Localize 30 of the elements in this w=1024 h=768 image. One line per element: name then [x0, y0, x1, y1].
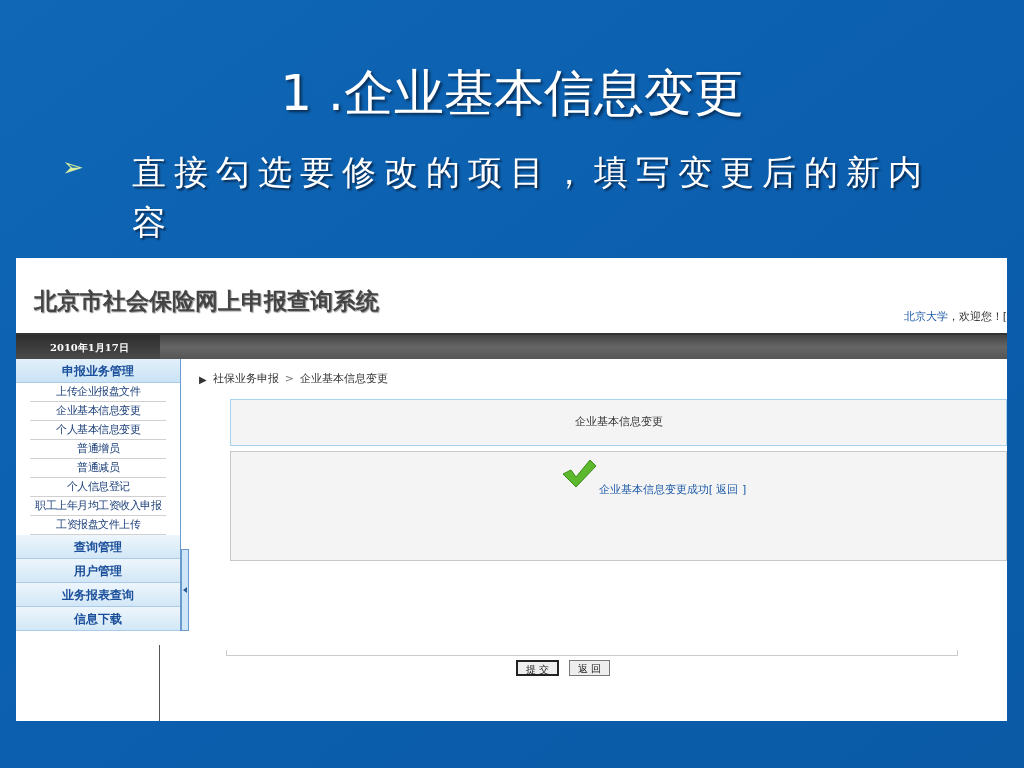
menu-item[interactable]: 普通增员	[30, 440, 166, 459]
menu-section-header[interactable]: 申报业务管理	[16, 359, 180, 383]
menu-item[interactable]: 上传企业报盘文件	[30, 383, 166, 402]
menu-section-header[interactable]: 信息下载	[16, 607, 180, 631]
checkmark-icon	[560, 458, 597, 490]
form-button[interactable]: 返 回	[569, 660, 611, 676]
system-title: 北京市社会保险网上申报查询系统	[34, 287, 379, 316]
menu-item[interactable]: 职工上年月均工资收入申报	[30, 497, 166, 516]
bullet-text: 直接勾选要修改的项目，填写变更后的新内容	[132, 151, 931, 244]
menu-section-header[interactable]: 用户管理	[16, 559, 180, 583]
menu-item[interactable]: 企业基本信息变更	[30, 402, 166, 421]
breadcrumb-item[interactable]: 企业基本信息变更	[299, 370, 388, 388]
form-button[interactable]: 提 交	[515, 660, 559, 676]
slide-title: 1 .企业基本信息变更	[280, 63, 744, 123]
date-text: 2010年1月17日	[50, 340, 129, 355]
menu-section-header[interactable]: 查询管理	[16, 535, 180, 559]
breadcrumb-item[interactable]: 社保业务申报	[212, 370, 279, 388]
breadcrumb-arrow: ▶	[199, 372, 207, 387]
collapse-arrow-icon	[183, 587, 187, 593]
welcome-text: ，欢迎您！[	[947, 309, 1007, 325]
breadcrumb-separator: >	[284, 370, 294, 387]
menu-item[interactable]: 个人信息登记	[30, 478, 166, 497]
menu-item[interactable]: 个人基本信息变更	[30, 421, 166, 440]
bullet-marker: ➢	[62, 151, 85, 184]
menu-item[interactable]: 普通减员	[30, 459, 166, 478]
user-link[interactable]: 北京大学	[903, 309, 948, 326]
menu-section-header[interactable]: 业务报表查询	[16, 583, 180, 607]
success-message-link[interactable]: 企业基本信息变更成功[ 返回 ]	[598, 482, 747, 499]
collapse-handle[interactable]	[181, 549, 189, 631]
panel-title: 企业基本信息变更	[574, 414, 663, 431]
